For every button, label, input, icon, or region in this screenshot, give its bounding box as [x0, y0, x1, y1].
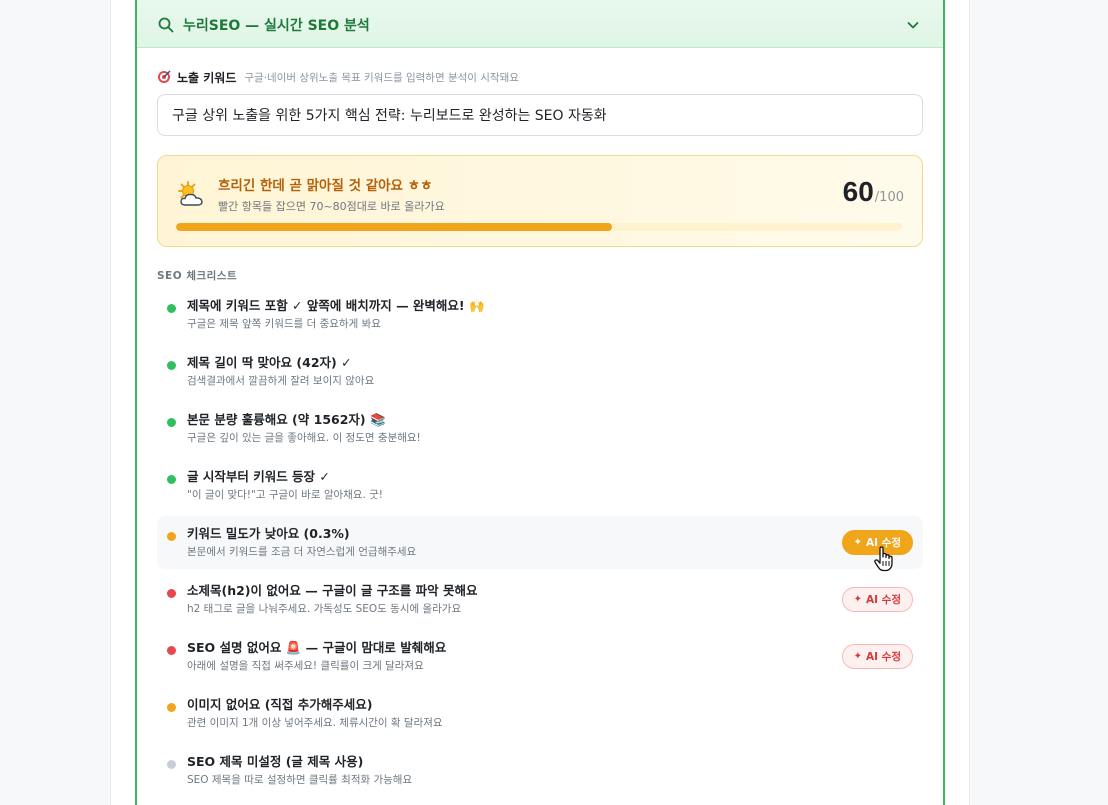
status-dot-red	[167, 646, 176, 655]
ai-fix-button[interactable]: ✦ AI 수정	[841, 587, 913, 612]
status-dot-green	[167, 418, 176, 427]
hand-pointer-icon	[874, 546, 893, 572]
checklist-item-desc: 검색결과에서 깔끔하게 잘려 보이지 않아요	[187, 375, 375, 387]
checklist-item-title: 본문 분량 훌륭해요 (약 1562자) 📚	[187, 412, 386, 427]
search-icon	[158, 17, 174, 32]
checklist-item-title: 이미지 없어요 (직접 추가해주세요)	[187, 697, 373, 712]
checklist-item-title: 글 시작부터 키워드 등장 ✓	[187, 469, 330, 484]
checklist-item: 제목 길이 딱 맞아요 (42자) ✓ 검색결과에서 깔끔하게 잘려 보이지 않아…	[157, 345, 923, 398]
checklist-item-title: 제목에 키워드 포함 ✓ 앞쪽에 배치까지 — 완벽해요! 🙌	[187, 298, 485, 313]
sparkle-icon: ✦	[853, 651, 862, 662]
score-progress-track	[176, 223, 902, 231]
status-dot-green	[167, 475, 176, 484]
checklist-item: 본문 분량 훌륭해요 (약 1562자) 📚 구글은 깊이 있는 글을 좋아해요.…	[157, 402, 923, 455]
ai-fix-label: AI 수정	[865, 594, 901, 606]
score-subtext: 빨간 항목들 잡으면 70~80점대로 바로 올라가요	[218, 200, 445, 213]
checklist-item-title: 제목 길이 딱 맞아요 (42자) ✓	[187, 355, 352, 370]
chevron-down-icon[interactable]	[905, 17, 921, 33]
status-dot-orange	[167, 703, 176, 712]
checklist-item: 글 시작부터 키워드 등장 ✓ "이 글이 맞다!"고 구글이 바로 알아채요. …	[157, 459, 923, 512]
checklist-label: SEO 체크리스트	[157, 270, 238, 282]
checklist-item-title: SEO 제목 미설정 (글 제목 사용)	[187, 754, 364, 769]
sun-behind-cloud-icon	[178, 181, 203, 206]
checklist-item: 키워드 밀도가 낮아요 (0.3%) 본문에서 키워드를 조금 더 자연스럽게 언…	[157, 516, 923, 569]
checklist-item-desc: h2 태그로 글을 나눠주세요. 가독성도 SEO도 동시에 올라가요	[187, 603, 462, 615]
score-progress-fill	[176, 223, 612, 231]
panel-header[interactable]: 누리SEO — 실시간 SEO 분석	[137, 0, 943, 48]
checklist-item-title: 소제목(h2)이 없어요 — 구글이 글 구조를 파악 못해요	[187, 583, 478, 598]
checklist-item-desc: "이 글이 맞다!"고 구글이 바로 알아채요. 굿!	[187, 489, 384, 501]
status-dot-red	[167, 589, 176, 598]
checklist-item-desc: 관련 이미지 1개 이상 넣어주세요. 체류시간이 확 달라져요	[187, 717, 443, 729]
checklist-item-desc: 본문에서 키워드를 조금 더 자연스럽게 언급해주세요	[187, 546, 417, 558]
checklist-item: 제목에 키워드 포함 ✓ 앞쪽에 배치까지 — 완벽해요! 🙌 구글은 제목 앞쪽…	[157, 288, 923, 341]
checklist-item-desc: SEO 제목을 따로 설정하면 클릭률 최적화 가능해요	[187, 774, 413, 786]
status-dot-gray	[167, 760, 176, 769]
panel-title: 누리SEO — 실시간 SEO 분석	[183, 17, 370, 34]
ai-fix-label: AI 수정	[865, 651, 901, 663]
status-dot-orange	[167, 532, 176, 541]
checklist-item-desc: 구글은 깊이 있는 글을 좋아해요. 이 정도면 충분해요!	[187, 432, 421, 444]
keyword-input[interactable]	[157, 94, 923, 136]
keyword-label-row: 노출 키워드 구글·네이버 상위노출 목표 키워드를 입력하면 분석이 시작돼요	[157, 68, 943, 86]
checklist-item-title: 키워드 밀도가 낮아요 (0.3%)	[187, 526, 350, 541]
keyword-label: 노출 키워드	[177, 70, 237, 85]
score-headline: 흐리긴 한데 곧 맑아질 것 같아요 ㅎㅎ	[218, 178, 433, 194]
sparkle-icon: ✦	[853, 594, 862, 605]
status-dot-green	[167, 304, 176, 313]
checklist-item: 소제목(h2)이 없어요 — 구글이 글 구조를 파악 못해요 h2 태그로 글을…	[157, 573, 923, 626]
seo-panel: 누리SEO — 실시간 SEO 분석 노출 키워드 구글·네이버 상위노출 목표…	[135, 0, 945, 805]
seo-checklist: 제목에 키워드 포함 ✓ 앞쪽에 배치까지 — 완벽해요! 🙌 구글은 제목 앞쪽…	[157, 288, 923, 801]
checklist-item: 이미지 없어요 (직접 추가해주세요) 관련 이미지 1개 이상 넣어주세요. 체…	[157, 687, 923, 740]
ai-fix-button[interactable]: ✦ AI 수정	[841, 644, 913, 669]
score-value: 60 /100	[843, 176, 904, 208]
keyword-hint: 구글·네이버 상위노출 목표 키워드를 입력하면 분석이 시작돼요	[244, 71, 519, 84]
checklist-item-desc: 구글은 제목 앞쪽 키워드를 더 중요하게 봐요	[187, 318, 381, 330]
score-card: 흐리긴 한데 곧 맑아질 것 같아요 ㅎㅎ 빨간 항목들 잡으면 70~80점대…	[157, 155, 923, 247]
checklist-item-title: SEO 설명 없어요 🚨 — 구글이 맘대로 발췌해요	[187, 640, 447, 655]
target-icon	[158, 70, 171, 83]
checklist-item-desc: 아래에 설명을 직접 써주세요! 클릭률이 크게 달라져요	[187, 660, 424, 672]
checklist-item: SEO 설명 없어요 🚨 — 구글이 맘대로 발췌해요아래에 설명을 직접 써주…	[157, 630, 923, 683]
score-number: 60	[842, 176, 874, 207]
score-max: /100	[874, 190, 904, 205]
status-dot-green	[167, 361, 176, 370]
sparkle-icon: ✦	[853, 537, 862, 548]
checklist-item: SEO 제목 미설정 (글 제목 사용) SEO 제목을 따로 설정하면 클릭률 …	[157, 744, 923, 797]
